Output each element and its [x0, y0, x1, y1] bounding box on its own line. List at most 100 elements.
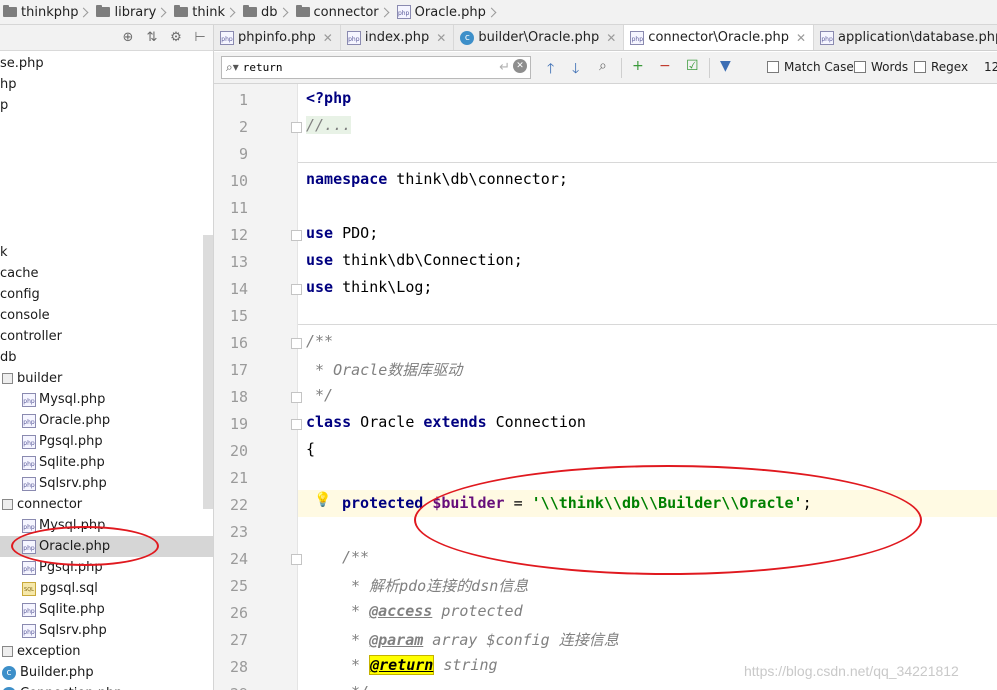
php-file-icon: php — [22, 602, 36, 617]
gear-icon[interactable]: ⚙ — [169, 30, 183, 45]
tree-item-builder[interactable]: builder — [0, 368, 62, 389]
code-editor[interactable]: <?php //... namespace think\db\connector… — [298, 84, 997, 690]
php-file-icon: php — [22, 413, 36, 428]
sidebar-scrollbar[interactable] — [203, 235, 213, 509]
method-separator — [298, 162, 997, 163]
chevron-right-icon — [278, 7, 288, 17]
code-line-12: use PDO; — [306, 224, 379, 242]
class-icon: c — [460, 30, 475, 45]
regex-option[interactable]: Regex — [914, 60, 968, 74]
close-icon[interactable]: ✕ — [606, 31, 616, 45]
breadcrumb-item-connector[interactable]: connector — [293, 0, 394, 24]
chevron-right-icon — [379, 7, 390, 17]
class-icon: c — [2, 665, 16, 680]
tree-item-label: se.php — [0, 56, 44, 71]
select-all-occurrences-icon[interactable]: ☑ — [686, 58, 699, 74]
line-number: 14 — [229, 280, 248, 298]
php-file-icon: php — [396, 5, 411, 19]
tree-item-p[interactable]: p — [0, 95, 8, 116]
find-all-icon[interactable]: ⌕ — [599, 58, 607, 74]
tab-index[interactable]: php index.php ✕ — [341, 25, 455, 50]
breadcrumb-item-db[interactable]: db — [240, 0, 293, 24]
tree-item-sqlsrv-php[interactable]: php Sqlsrv.php — [0, 473, 107, 494]
regex-checkbox[interactable] — [914, 61, 926, 73]
separator — [709, 58, 710, 78]
remove-selection-icon[interactable]: − — [659, 58, 671, 74]
tree-item-sqlite-php[interactable]: php Sqlite.php — [0, 452, 105, 473]
clear-search-icon[interactable]: ✕ — [513, 59, 527, 73]
tree-item-label: config — [0, 287, 40, 302]
tab-phpinfo[interactable]: php phpinfo.php ✕ — [214, 25, 341, 50]
tree-item-label: console — [0, 308, 50, 323]
tree-item-pgsql-sql[interactable]: SQL pgsql.sql — [0, 578, 98, 599]
add-selection-icon[interactable]: + — [632, 58, 644, 74]
tree-item-oracle-php[interactable]: php Oracle.php — [0, 410, 110, 431]
php-file-icon: php — [22, 623, 36, 638]
collapse-all-icon[interactable]: ⇅ — [145, 30, 159, 45]
tree-item-label: cache — [0, 266, 39, 281]
locate-icon[interactable]: ⊕ — [121, 30, 135, 45]
search-match-highlight: @return — [369, 655, 435, 675]
line-number: 12 — [229, 226, 248, 244]
code-line-25: * 解析pdo连接的dsn信息 — [342, 577, 529, 595]
php-file-icon: php — [820, 30, 835, 45]
search-icon[interactable]: ⌕▾ — [226, 60, 239, 75]
search-input[interactable] — [242, 61, 473, 74]
arrow-up-icon[interactable]: 🡑 — [547, 58, 554, 82]
tab-builder-oracle[interactable]: c builder\Oracle.php ✕ — [454, 25, 625, 50]
folder-icon — [295, 5, 310, 17]
tree-item-se-php[interactable]: se.php — [0, 53, 44, 74]
tree-item-label: Oracle.php — [39, 413, 111, 428]
filter-icon[interactable]: ▼ — [720, 58, 731, 74]
search-box[interactable]: ⌕▾ ↵ ✕ — [221, 56, 531, 79]
breadcrumb: thinkphp library think db connector php O… — [0, 0, 997, 25]
tree-item-label: Connection.php — [20, 683, 122, 690]
tree-item-connection-php[interactable]: c Connection.php — [0, 683, 122, 690]
tree-item-label: connector — [17, 497, 83, 512]
tree-item-sqlite-php[interactable]: php Sqlite.php — [0, 599, 105, 620]
tree-item-exception[interactable]: exception — [0, 641, 81, 662]
tree-item-hp[interactable]: hp — [0, 74, 17, 95]
code-line-28: * @return string — [342, 655, 498, 675]
code-line-29: */ — [342, 683, 369, 690]
close-icon[interactable]: ✕ — [323, 31, 333, 45]
breadcrumb-item-thinkphp[interactable]: thinkphp — [0, 0, 93, 24]
watermark: https://blog.csdn.net/qq_34221812 — [744, 663, 959, 679]
match-case-checkbox[interactable] — [767, 61, 779, 73]
tree-item-connector[interactable]: connector — [0, 494, 82, 515]
tree-item-sqlsrv-php[interactable]: php Sqlsrv.php — [0, 620, 107, 641]
line-number: 28 — [229, 658, 248, 676]
breadcrumb-item-library[interactable]: library — [93, 0, 171, 24]
separator — [621, 58, 622, 78]
tree-item-k[interactable]: k — [0, 242, 8, 263]
tree-item-config[interactable]: config — [0, 284, 40, 305]
line-number: 21 — [229, 469, 248, 487]
tree-item-cache[interactable]: cache — [0, 263, 39, 284]
tree-item-pgsql-php[interactable]: php Pgsql.php — [0, 431, 103, 452]
hide-panel-icon[interactable]: ⊢ — [193, 30, 207, 45]
lightbulb-icon[interactable]: 💡 — [314, 492, 331, 508]
chevron-right-icon — [156, 7, 167, 17]
tree-item-label: controller — [0, 329, 63, 344]
tree-item-controller[interactable]: controller — [0, 326, 62, 347]
tab-connector-oracle[interactable]: php connector\Oracle.php ✕ — [624, 25, 815, 50]
words-option[interactable]: Words — [854, 60, 908, 74]
tree-item-mysql-php[interactable]: php Mysql.php — [0, 389, 105, 410]
enter-icon: ↵ — [499, 60, 510, 75]
close-icon[interactable]: ✕ — [436, 31, 446, 45]
tree-item-label: Sqlsrv.php — [39, 623, 107, 638]
breadcrumb-item-oracle[interactable]: php Oracle.php — [394, 0, 501, 24]
line-number: 27 — [229, 631, 248, 649]
match-case-option[interactable]: Match Case — [767, 60, 854, 74]
words-checkbox[interactable] — [854, 61, 866, 73]
folder-icon — [2, 646, 13, 657]
tree-item-console[interactable]: console — [0, 305, 50, 326]
line-number: 22 — [229, 496, 248, 514]
tab-application-database[interactable]: phpapplication\database.php✕ — [814, 25, 997, 50]
tree-item-db[interactable]: db — [0, 347, 17, 368]
breadcrumb-item-think[interactable]: think — [171, 0, 240, 24]
arrow-down-icon[interactable]: 🡓 — [572, 58, 579, 82]
close-icon[interactable]: ✕ — [796, 31, 806, 45]
line-number: 15 — [229, 307, 248, 325]
tree-item-builder-php[interactable]: c Builder.php — [0, 662, 94, 683]
